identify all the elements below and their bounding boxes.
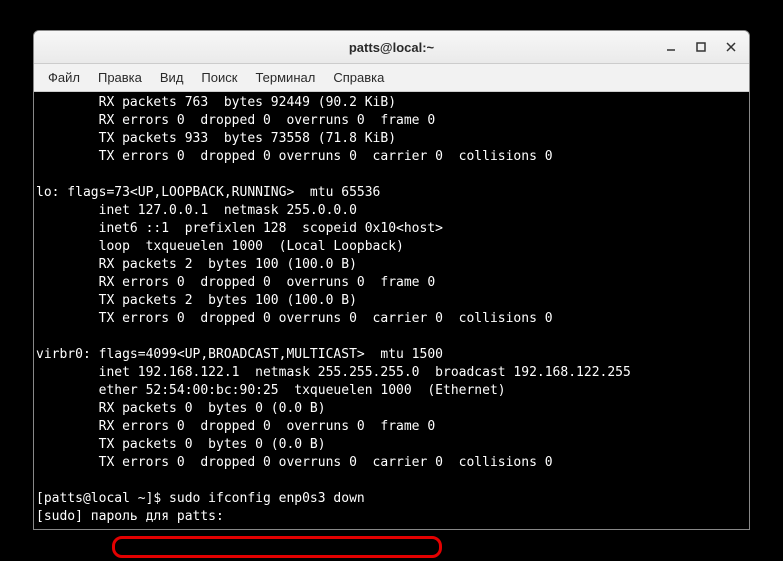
terminal-line: inet 192.168.122.1 netmask 255.255.255.0… [36,365,631,380]
terminal-line: inet 127.0.0.1 netmask 255.0.0.0 [36,203,357,218]
maximize-button[interactable] [689,35,713,59]
titlebar: patts@local:~ [34,31,749,64]
terminal-line: RX errors 0 dropped 0 overruns 0 frame 0 [36,419,435,434]
minimize-button[interactable] [659,35,683,59]
terminal-line: inet6 ::1 prefixlen 128 scopeid 0x10<hos… [36,221,443,236]
terminal-line: TX errors 0 dropped 0 overruns 0 carrier… [36,311,553,326]
terminal-line: RX packets 763 bytes 92449 (90.2 KiB) [36,95,396,110]
menu-view[interactable]: Вид [152,66,192,89]
menu-edit[interactable]: Правка [90,66,150,89]
terminal-line: [sudo] пароль для patts: [36,509,232,524]
terminal-line: TX errors 0 dropped 0 overruns 0 carrier… [36,455,553,470]
menubar: Файл Правка Вид Поиск Терминал Справка [34,64,749,92]
terminal-line: TX packets 933 bytes 73558 (71.8 KiB) [36,131,396,146]
terminal-line: TX packets 2 bytes 100 (100.0 B) [36,293,357,308]
window-title: patts@local:~ [349,40,434,55]
terminal-line: RX errors 0 dropped 0 overruns 0 frame 0 [36,113,435,128]
menu-file[interactable]: Файл [40,66,88,89]
terminal-line: virbr0: flags=4099<UP,BROADCAST,MULTICAS… [36,347,443,362]
terminal-line: loop txqueuelen 1000 (Local Loopback) [36,239,404,254]
menu-help[interactable]: Справка [325,66,392,89]
menu-terminal[interactable]: Терминал [247,66,323,89]
annotation-highlight [112,536,442,558]
window-controls [659,35,743,59]
terminal-line: lo: flags=73<UP,LOOPBACK,RUNNING> mtu 65… [36,185,380,200]
terminal-line: [patts@local ~]$ sudo ifconfig enp0s3 do… [36,491,365,506]
terminal-line: ether 52:54:00:bc:90:25 txqueuelen 1000 … [36,383,506,398]
terminal-line: TX packets 0 bytes 0 (0.0 B) [36,437,326,452]
terminal-line: RX packets 0 bytes 0 (0.0 B) [36,401,326,416]
terminal-line: RX packets 2 bytes 100 (100.0 B) [36,257,357,272]
close-button[interactable] [719,35,743,59]
terminal-window: patts@local:~ Файл Правка Вид Поиск Терм… [33,30,750,530]
terminal-line: TX errors 0 dropped 0 overruns 0 carrier… [36,149,553,164]
terminal-line: RX errors 0 dropped 0 overruns 0 frame 0 [36,275,435,290]
terminal-output[interactable]: RX packets 763 bytes 92449 (90.2 KiB) RX… [34,92,749,529]
menu-search[interactable]: Поиск [193,66,245,89]
